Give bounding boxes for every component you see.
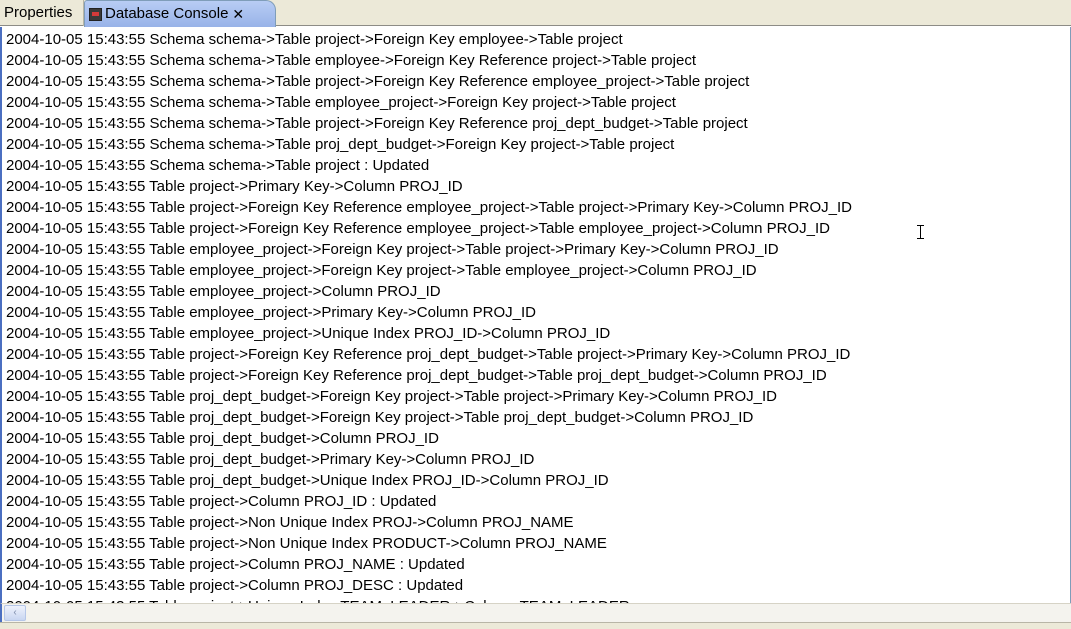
console-line: 2004-10-05 15:43:55 Table proj_dept_budg… [6, 451, 535, 468]
console-line: 2004-10-05 15:43:55 Table project->Non U… [6, 514, 574, 531]
console-line: 2004-10-05 15:43:55 Table project->Uniqu… [6, 596, 852, 603]
console-line: 2004-10-05 15:43:55 Table project->Non U… [6, 535, 607, 552]
console-line: 2004-10-05 15:43:55 Table project->Colum… [6, 556, 465, 573]
scroll-left-arrow-icon[interactable]: ‹ [4, 605, 26, 621]
horizontal-scrollbar[interactable]: ‹ [0, 603, 1071, 622]
console-line: 2004-10-05 15:43:55 Schema schema->Table… [6, 136, 675, 153]
console-line: 2004-10-05 15:43:55 Table project->Prima… [6, 178, 463, 195]
close-icon[interactable]: ✕ [232, 6, 244, 22]
console-line: 2004-10-05 15:43:55 Table project->Forei… [6, 199, 852, 216]
console-line: 2004-10-05 15:43:55 Schema schema->Table… [6, 52, 696, 69]
console-line: 2004-10-05 15:43:55 Table project->Forei… [6, 346, 851, 363]
console-line: 2004-10-05 15:43:55 Table proj_dept_budg… [6, 409, 754, 426]
console-line: 2004-10-05 15:43:55 Table employee_proje… [6, 283, 441, 300]
text-cursor-icon [917, 225, 925, 239]
console-line: 2004-10-05 15:43:55 Schema schema->Table… [6, 73, 750, 90]
console-line: 2004-10-05 15:43:55 Table project->Colum… [6, 493, 437, 510]
console-line: 2004-10-05 15:43:55 Table employee_proje… [6, 262, 757, 279]
console-log: 2004-10-05 15:43:55 Schema schema->Table… [6, 29, 852, 603]
console-line: 2004-10-05 15:43:55 Schema schema->Table… [6, 31, 623, 48]
console-icon [89, 8, 102, 21]
view-tab-bar: Properties Database Console ✕ [0, 0, 1071, 27]
console-line: 2004-10-05 15:43:55 Table proj_dept_budg… [6, 472, 609, 489]
console-line: 2004-10-05 15:43:55 Schema schema->Table… [6, 115, 748, 132]
tab-properties[interactable]: Properties [0, 0, 84, 26]
console-output-area[interactable]: 2004-10-05 15:43:55 Schema schema->Table… [0, 27, 1071, 603]
tab-database-console-label: Database Console [105, 5, 229, 22]
console-line: 2004-10-05 15:43:55 Table proj_dept_budg… [6, 430, 439, 447]
console-line: 2004-10-05 15:43:55 Schema schema->Table… [6, 94, 676, 111]
console-line: 2004-10-05 15:43:55 Table project->Forei… [6, 367, 827, 384]
console-line: 2004-10-05 15:43:55 Table employee_proje… [6, 241, 779, 258]
console-line: 2004-10-05 15:43:55 Table project->Forei… [6, 220, 830, 237]
console-line: 2004-10-05 15:43:55 Table project->Colum… [6, 577, 464, 594]
console-line: 2004-10-05 15:43:55 Table employee_proje… [6, 325, 611, 342]
console-line: 2004-10-05 15:43:55 Table employee_proje… [6, 304, 537, 321]
console-line: 2004-10-05 15:43:55 Table proj_dept_budg… [6, 388, 777, 405]
bottom-status-strip [0, 622, 1071, 629]
console-line: 2004-10-05 15:43:55 Schema schema->Table… [6, 157, 430, 174]
database-console-window: Properties Database Console ✕ 2004-10-05 … [0, 0, 1071, 629]
tab-database-console[interactable]: Database Console ✕ [84, 0, 276, 27]
tab-properties-label: Properties [4, 4, 73, 21]
